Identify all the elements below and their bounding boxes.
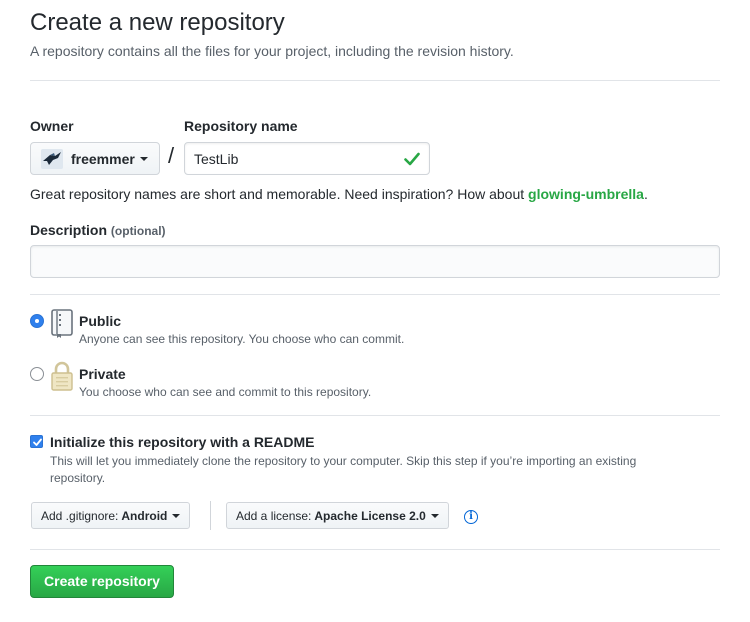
divider (30, 549, 720, 550)
optional-tag: (optional) (110, 224, 166, 238)
page-subtitle: A repository contains all the files for … (30, 43, 514, 59)
check-icon (404, 152, 420, 166)
chevron-down-icon (172, 513, 181, 518)
divider (30, 80, 720, 81)
public-radio[interactable] (30, 314, 44, 328)
description-input[interactable] (30, 245, 720, 278)
readme-note: This will let you immediately clone the … (50, 454, 637, 485)
checkmark-icon (33, 438, 42, 446)
divider (30, 294, 720, 295)
lock-icon (51, 361, 73, 391)
description-label: Description (optional) (30, 222, 166, 238)
private-radio[interactable] (30, 367, 44, 381)
repo-book-icon (51, 309, 73, 338)
chevron-down-icon (430, 513, 439, 518)
chevron-down-icon (139, 156, 148, 161)
new-repo-page: Create a new repository A repository con… (0, 0, 750, 622)
repo-name-input[interactable] (184, 142, 430, 175)
repo-name-label: Repository name (184, 118, 298, 134)
owner-name: freemmer (71, 150, 135, 167)
public-note: Anyone can see this repository. You choo… (79, 332, 405, 346)
name-suggestion-hint: Great repository names are short and mem… (30, 186, 648, 202)
page-title: Create a new repository (30, 9, 285, 36)
divider (30, 415, 720, 416)
public-title: Public (79, 313, 122, 329)
license-select-button[interactable]: Add a license: Apache License 2.0 (226, 502, 449, 529)
private-note: You choose who can see and commit to thi… (79, 385, 372, 399)
license-value: Apache License 2.0 (314, 508, 426, 523)
owner-label: Owner (30, 118, 74, 134)
owner-avatar (41, 148, 63, 169)
gitignore-select-button[interactable]: Add .gitignore: Android (31, 502, 191, 529)
private-title: Private (79, 366, 126, 382)
gitignore-value: Android (121, 508, 168, 523)
suggested-name-link[interactable]: glowing-umbrella (528, 186, 644, 202)
divider (210, 501, 211, 530)
readme-checkbox[interactable] (30, 435, 43, 448)
create-repository-button[interactable]: Create repository (30, 565, 174, 598)
info-icon[interactable]: i (464, 510, 478, 524)
readme-label: Initialize this repository with a README (50, 434, 315, 450)
owner-repo-separator: / (168, 143, 175, 168)
owner-select-button[interactable]: freemmer (30, 142, 160, 175)
